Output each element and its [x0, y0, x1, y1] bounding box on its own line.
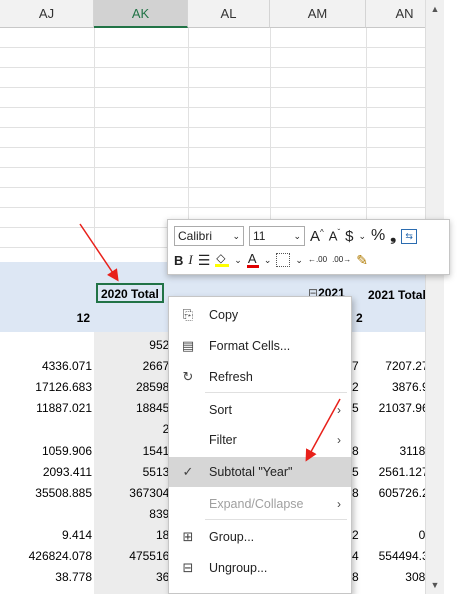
format-cells-icon: ▤ [181, 338, 195, 353]
decrease-decimal-icon[interactable]: ←.00 [308, 256, 327, 264]
cell-am[interactable]: 8 [352, 570, 364, 584]
currency-icon[interactable]: $ [345, 228, 353, 245]
checkmark-icon: ✓ [182, 464, 194, 479]
mini-toolbar: Calibri ⌄ 11 ⌄ A^ Aˇ $ ⌄ % ❟ ⇆ B I ☰ ◇ ⌄ A… [167, 219, 450, 275]
context-menu-item-refresh[interactable]: ↻ Refresh [169, 362, 351, 392]
scroll-up-icon[interactable]: ▲ [429, 3, 441, 15]
font-name-dropdown[interactable]: Calibri ⌄ [174, 226, 244, 246]
cell-am[interactable]: 8 [352, 486, 364, 500]
context-menu-item-sort[interactable]: Sort › [169, 395, 351, 425]
cell-am[interactable]: 5 [352, 401, 364, 415]
copy-icon: ⎘ [182, 307, 194, 322]
wrap-text-icon[interactable]: ⇆ [401, 228, 418, 244]
context-menu-item-subtotal-year[interactable]: ✓ Subtotal "Year" [169, 457, 351, 487]
context-menu-item-label: Sort [209, 403, 232, 417]
context-menu-item-label: Subtotal "Year" [209, 465, 293, 479]
context-menu-item-filter[interactable]: Filter › [169, 425, 351, 455]
menu-separator [205, 392, 347, 393]
cell-aj[interactable]: 38.778 [0, 570, 92, 584]
vertical-scrollbar[interactable]: ▲ ▼ [425, 0, 444, 594]
context-menu-item-label: Refresh [209, 370, 253, 384]
bold-icon[interactable]: B [174, 253, 183, 268]
italic-icon[interactable]: I [188, 252, 192, 268]
chevron-down-icon: ⌄ [232, 230, 240, 241]
cell-am[interactable]: 4 [352, 549, 364, 563]
font-size-dropdown[interactable]: 11 ⌄ [249, 226, 305, 246]
pivot-2020-total-header[interactable]: 2020 Total [96, 283, 164, 303]
cell-am[interactable]: 8 [352, 444, 364, 458]
cell-aj[interactable]: 35508.885 [0, 486, 92, 500]
refresh-icon: ↻ [182, 369, 194, 384]
context-menu-item-label: Group... [209, 530, 255, 544]
borders-icon[interactable] [276, 253, 291, 267]
cell-aj[interactable]: 2093.411 [0, 465, 92, 479]
percent-icon[interactable]: % [371, 227, 385, 245]
cell-aj[interactable]: 1059.906 [0, 444, 92, 458]
context-menu-item-copy[interactable]: ⎘ Copy [169, 300, 351, 330]
cell-am[interactable]: 2 [352, 528, 364, 542]
fill-color-icon[interactable]: ◇ [215, 251, 230, 267]
cell-am[interactable]: 2 [352, 380, 364, 394]
column-header-aj[interactable]: AJ [0, 0, 94, 28]
increase-decimal-icon[interactable]: .00→ [332, 256, 351, 264]
format-painter-icon[interactable]: ✎ [356, 252, 368, 269]
shrink-font-icon[interactable]: Aˇ [329, 228, 340, 243]
submenu-chevron-icon: › [337, 433, 341, 447]
pivot-2021-total-header[interactable]: 2021 Total [368, 288, 426, 302]
cell-am[interactable]: 7 [352, 359, 364, 373]
context-menu: ⎘ Copy ▤ Format Cells... ↻ Refresh Sort › Filter… [168, 296, 352, 594]
chevron-down-icon[interactable]: ⌄ [234, 255, 242, 266]
comma-style-icon[interactable]: ❟ [390, 228, 396, 245]
align-center-icon[interactable]: ☰ [198, 252, 211, 269]
grow-font-icon[interactable]: A^ [310, 228, 324, 245]
context-menu-item-label: Filter [209, 433, 237, 447]
ungroup-icon: ⊟ [182, 560, 194, 575]
column-header-ak[interactable]: AK [94, 0, 188, 28]
submenu-chevron-icon: › [337, 497, 341, 511]
context-menu-item-label: Copy [209, 308, 239, 322]
submenu-chevron-icon: › [337, 403, 341, 417]
pivot-aj-subheader: 12 [76, 311, 90, 325]
menu-separator [205, 519, 347, 520]
cell-aj[interactable]: 9.414 [0, 528, 92, 542]
chevron-down-icon[interactable]: ⌄ [358, 231, 366, 242]
context-menu-item-label: Format Cells... [209, 339, 291, 353]
chevron-down-icon: ⌄ [293, 230, 301, 241]
context-menu-item-expand-collapse[interactable]: Expand/Collapse › [169, 489, 351, 519]
chevron-down-icon[interactable]: ⌄ [295, 255, 303, 266]
cell-am[interactable]: 5 [352, 465, 364, 479]
context-menu-item-ungroup[interactable]: ⊟ Ungroup... [169, 553, 351, 583]
column-header-al[interactable]: AL [188, 0, 270, 28]
font-color-icon[interactable]: A [246, 251, 259, 268]
context-menu-item-label: Expand/Collapse [209, 497, 304, 511]
cell-aj[interactable]: 426824.078 [0, 549, 92, 563]
column-header-am[interactable]: AM [270, 0, 366, 28]
cell-aj[interactable]: 11887.021 [0, 401, 92, 415]
cell-aj[interactable]: 4336.071 [0, 359, 92, 373]
scroll-down-icon[interactable]: ▼ [429, 579, 441, 591]
cell-aj[interactable]: 17126.683 [0, 380, 92, 394]
context-menu-item-label: Ungroup... [209, 561, 268, 575]
context-menu-item-format-cells[interactable]: ▤ Format Cells... [169, 331, 351, 361]
context-menu-item-group[interactable]: ⊞ Group... [169, 522, 351, 552]
group-icon: ⊞ [182, 529, 194, 544]
pivot-am-subheader: 2 [356, 311, 363, 325]
chevron-down-icon[interactable]: ⌄ [264, 255, 272, 266]
